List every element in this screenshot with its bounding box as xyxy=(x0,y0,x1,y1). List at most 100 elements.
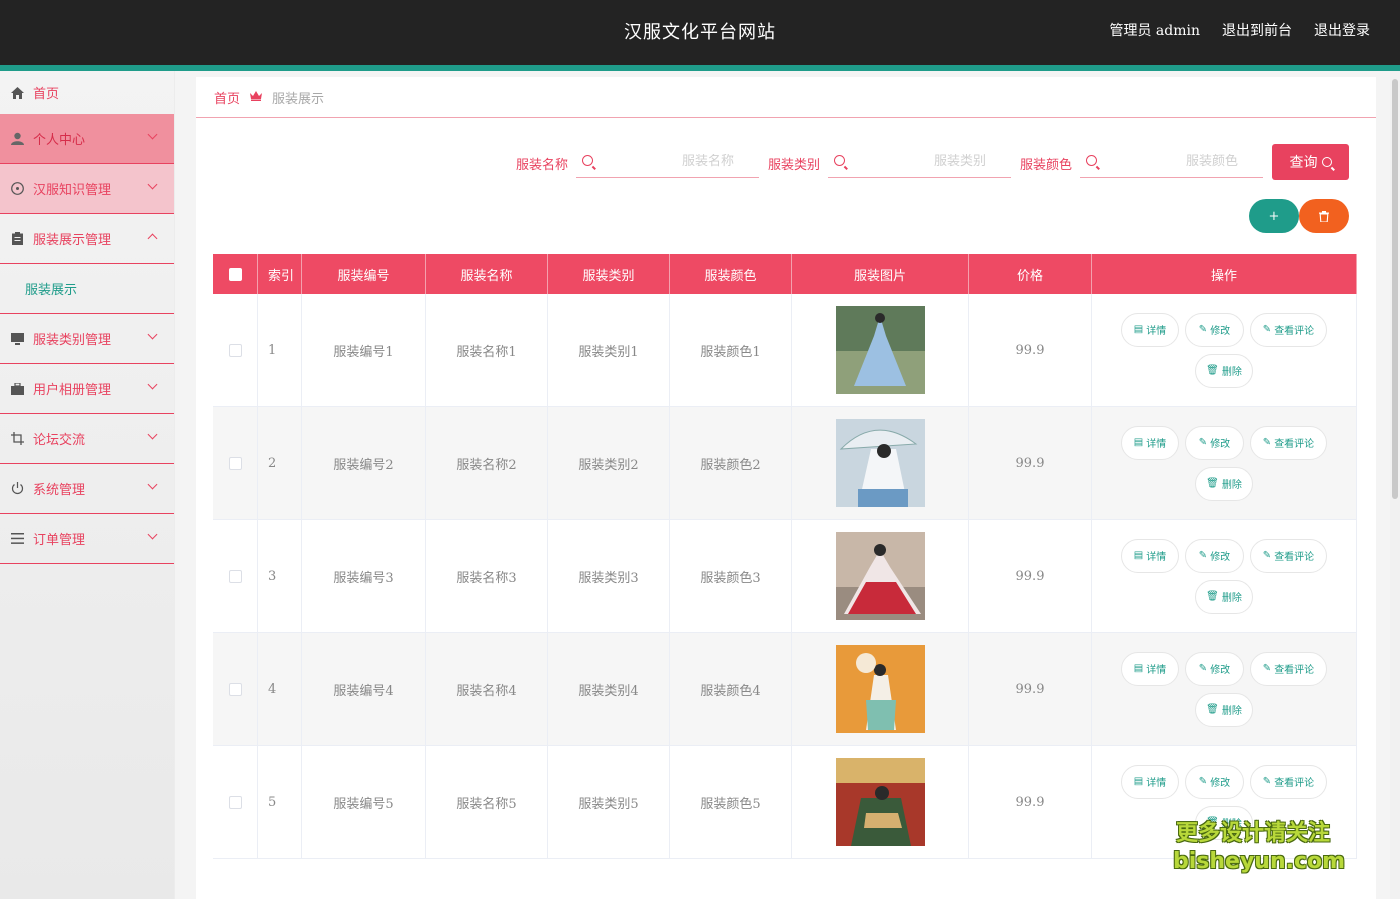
sidebar-item-system[interactable]: 系统管理 xyxy=(0,464,174,514)
row-checkbox[interactable] xyxy=(228,569,242,583)
cell-code: 服装编号5 xyxy=(302,746,426,858)
detail-button[interactable]: ▤ 详情 xyxy=(1121,312,1179,347)
view-comments-button[interactable]: ✎ 查看评论 xyxy=(1250,651,1327,686)
logout-link[interactable]: 退出登录 xyxy=(1314,20,1370,40)
sidebar-item-home[interactable]: 首页 xyxy=(0,71,174,114)
view-comments-button[interactable]: ✎ 查看评论 xyxy=(1250,764,1327,799)
watermark-line1: 更多设计请关注 xyxy=(1175,821,1330,846)
delete-button[interactable]: 🗑 删除 xyxy=(1195,353,1253,388)
breadcrumb-current: 服装展示 xyxy=(272,91,325,107)
clipboard-icon xyxy=(10,232,24,246)
clothing-image[interactable] xyxy=(835,306,925,394)
detail-button[interactable]: ▤ 详情 xyxy=(1121,425,1179,460)
batch-delete-button[interactable] xyxy=(1299,199,1349,233)
sidebar-item-forum[interactable]: 论坛交流 xyxy=(0,414,174,464)
row-actions: ▤ 详情 ✎ 修改 ✎ 查看评论 🗑 删除 xyxy=(1114,651,1334,727)
cell-actions: ▤ 详情 ✎ 修改 ✎ 查看评论 🗑 删除 xyxy=(1092,520,1357,632)
color-search-input[interactable] xyxy=(1108,154,1238,169)
trash-icon: 🗑 xyxy=(1206,365,1219,376)
briefcase-icon xyxy=(10,382,24,396)
power-icon xyxy=(10,482,24,496)
cell-price: 99.9 xyxy=(969,294,1092,406)
sidebar-item-user-album[interactable]: 用户相册管理 xyxy=(0,364,174,414)
clothing-image[interactable] xyxy=(835,645,925,733)
query-button-label: 查询 xyxy=(1289,155,1318,171)
cell-color: 服装颜色1 xyxy=(670,294,792,406)
cell-code: 服装编号4 xyxy=(302,633,426,745)
chevron-down-icon xyxy=(147,129,158,140)
name-search-input[interactable] xyxy=(604,154,734,169)
sidebar-item-orders[interactable]: 订单管理 xyxy=(0,514,174,564)
cell-image xyxy=(792,746,969,858)
view-comments-button[interactable]: ✎ 查看评论 xyxy=(1250,312,1327,347)
compass-icon xyxy=(10,182,24,196)
cell-code: 服装编号2 xyxy=(302,407,426,519)
clothing-image[interactable] xyxy=(835,419,925,507)
cell-price: 99.9 xyxy=(969,746,1092,858)
sidebar-item-hanfu-knowledge[interactable]: 汉服知识管理 xyxy=(0,164,174,214)
chevron-down-icon xyxy=(147,379,158,390)
cell-type: 服装类别4 xyxy=(548,633,670,745)
add-button[interactable]: + xyxy=(1249,199,1299,233)
select-all-cell xyxy=(213,254,258,294)
edit-icon: ✎ xyxy=(1262,663,1272,674)
table-row: 2 服装编号2 服装名称2 服装类别2 服装颜色2 99.9 ▤ 详情 ✎ 修改 ✎… xyxy=(213,407,1357,520)
chevron-down-icon xyxy=(147,179,158,190)
edit-label: 修改 xyxy=(1210,439,1231,450)
sidebar-item-clothing-display[interactable]: 服装展示管理 xyxy=(0,214,174,264)
table-row: 1 服装编号1 服装名称1 服装类别1 服装颜色1 99.9 ▤ 详情 ✎ 修改 ✎… xyxy=(213,294,1357,407)
search-bar: 服装名称 服装类别 服装颜色 查询 xyxy=(196,144,1376,180)
col-header-color: 服装颜色 xyxy=(670,254,792,294)
cell-code: 服装编号1 xyxy=(302,294,426,406)
row-checkbox[interactable] xyxy=(228,795,242,809)
clothing-image[interactable] xyxy=(835,758,925,846)
delete-button[interactable]: 🗑 删除 xyxy=(1195,692,1253,727)
breadcrumb-home[interactable]: 首页 xyxy=(214,88,240,107)
detail-button[interactable]: ▤ 详情 xyxy=(1121,538,1179,573)
search-icon xyxy=(834,155,845,166)
row-select-cell xyxy=(213,407,258,519)
type-search-input[interactable] xyxy=(856,154,986,169)
chevron-up-icon xyxy=(147,233,158,244)
sidebar-item-clothing-type[interactable]: 服装类别管理 xyxy=(0,314,174,364)
select-all-checkbox[interactable] xyxy=(228,267,242,281)
edit-button[interactable]: ✎ 修改 xyxy=(1185,425,1244,460)
row-checkbox[interactable] xyxy=(228,343,242,357)
cell-image xyxy=(792,633,969,745)
edit-button[interactable]: ✎ 修改 xyxy=(1185,538,1244,573)
edit-button[interactable]: ✎ 修改 xyxy=(1185,312,1244,347)
cell-image xyxy=(792,520,969,632)
detail-label: 详情 xyxy=(1146,552,1167,563)
detail-button[interactable]: ▤ 详情 xyxy=(1121,651,1179,686)
cell-type: 服装类别2 xyxy=(548,407,670,519)
view-comments-button[interactable]: ✎ 查看评论 xyxy=(1250,425,1327,460)
cell-color: 服装颜色2 xyxy=(670,407,792,519)
edit-button[interactable]: ✎ 修改 xyxy=(1185,651,1244,686)
detail-label: 详情 xyxy=(1146,439,1167,450)
row-actions: ▤ 详情 ✎ 修改 ✎ 查看评论 🗑 删除 xyxy=(1114,425,1334,501)
exit-to-front-link[interactable]: 退出到前台 xyxy=(1222,20,1292,40)
delete-button[interactable]: 🗑 删除 xyxy=(1195,466,1253,501)
query-button[interactable]: 查询 xyxy=(1272,144,1349,180)
detail-label: 详情 xyxy=(1146,665,1167,676)
crown-icon xyxy=(250,90,263,104)
row-actions: ▤ 详情 ✎ 修改 ✎ 查看评论 🗑 删除 xyxy=(1114,312,1334,388)
clothing-image[interactable] xyxy=(835,532,925,620)
row-checkbox[interactable] xyxy=(228,456,242,470)
detail-button[interactable]: ▤ 详情 xyxy=(1121,764,1179,799)
cell-index: 5 xyxy=(258,746,302,858)
view-comments-button[interactable]: ✎ 查看评论 xyxy=(1250,538,1327,573)
cell-price: 99.9 xyxy=(969,633,1092,745)
sidebar-item-personal-center[interactable]: 个人中心 xyxy=(0,114,174,164)
page-scrollbar[interactable] xyxy=(1390,71,1400,899)
scrollbar-thumb[interactable] xyxy=(1392,79,1398,499)
row-select-cell xyxy=(213,746,258,858)
row-checkbox[interactable] xyxy=(228,682,242,696)
cell-type: 服装类别5 xyxy=(548,746,670,858)
delete-button[interactable]: 🗑 删除 xyxy=(1195,579,1253,614)
search-icon xyxy=(1086,155,1097,166)
edit-button[interactable]: ✎ 修改 xyxy=(1185,764,1244,799)
delete-label: 删除 xyxy=(1221,480,1242,491)
edit-label: 修改 xyxy=(1210,326,1231,337)
sidebar-subitem-clothing-display[interactable]: 服装展示 xyxy=(0,264,174,314)
